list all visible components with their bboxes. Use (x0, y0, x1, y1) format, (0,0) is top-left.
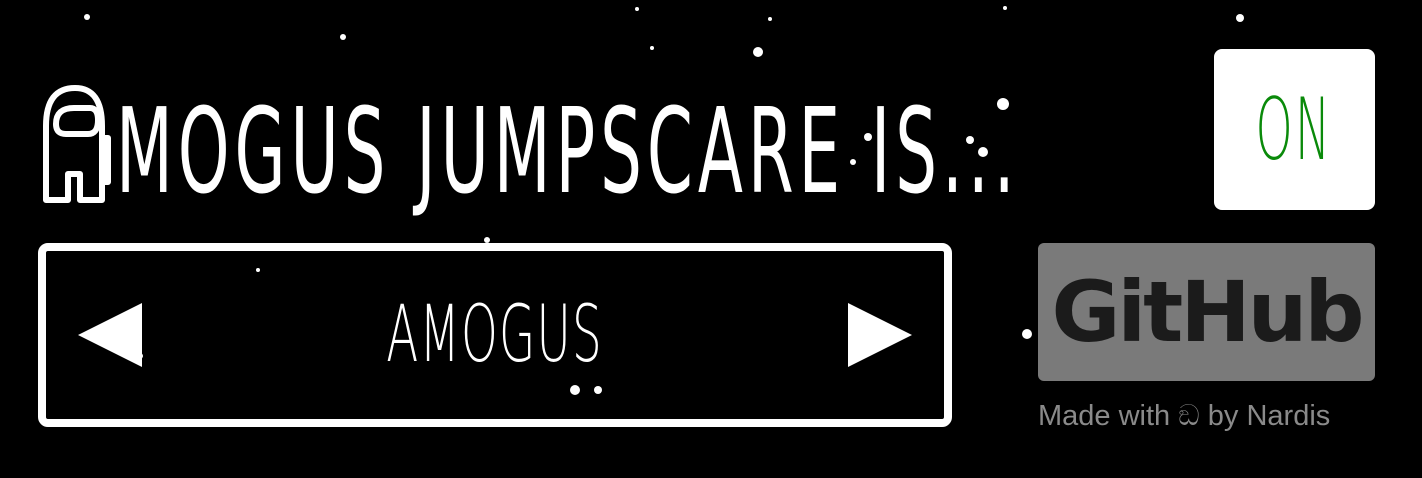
credit-text: Made with ඞ by Nardis (1038, 400, 1375, 433)
next-button[interactable] (844, 299, 916, 371)
credit-made-with: Made with (1038, 400, 1171, 432)
toggle-button[interactable]: ON (1214, 49, 1375, 210)
triangle-right-icon (848, 303, 912, 367)
selected-option: AMOGUS (386, 290, 604, 380)
github-label: GitHub (1051, 263, 1364, 361)
crewmate-icon (43, 85, 111, 203)
toggle-label: ON (1255, 79, 1334, 180)
github-button[interactable]: GitHub (1038, 243, 1375, 381)
amogus-glyph-icon: ඞ (1178, 400, 1200, 432)
jumpscare-selector: AMOGUS (38, 243, 952, 427)
credit-author: by Nardis (1207, 400, 1331, 432)
title-text: MOGUS JUMPSCARE IS... (116, 82, 1020, 220)
